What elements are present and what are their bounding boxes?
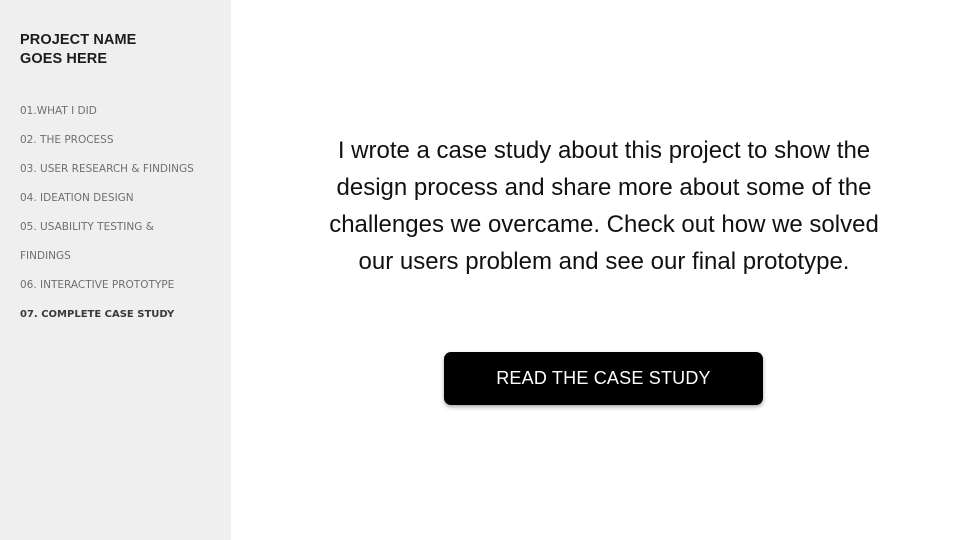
sidebar-item-the-process[interactable]: 02. THE PROCESS <box>20 126 231 155</box>
sidebar-item-what-i-did[interactable]: 01.WHAT I DID <box>20 97 231 126</box>
sidebar-item-usability-testing[interactable]: 05. USABILITY TESTING & <box>20 213 231 242</box>
sidebar: PROJECT NAME GOES HERE 01.WHAT I DID 02.… <box>0 0 231 540</box>
page: PROJECT NAME GOES HERE 01.WHAT I DID 02.… <box>0 0 960 540</box>
main-content: I wrote a case study about this project … <box>231 0 960 540</box>
sidebar-item-ideation-design[interactable]: 04. IDEATION DESIGN <box>20 184 231 213</box>
project-title: PROJECT NAME GOES HERE <box>20 32 137 67</box>
sidebar-item-user-research[interactable]: 03. USER RESEARCH & FINDINGS <box>20 155 231 184</box>
sidebar-item-interactive-prototype[interactable]: 06. INTERACTIVE PROTOTYPE <box>20 271 231 300</box>
read-case-study-button[interactable]: READ THE CASE STUDY <box>444 352 763 405</box>
sidebar-item-complete-case-study[interactable]: 07. COMPLETE CASE STUDY <box>20 300 231 329</box>
sidebar-nav: 01.WHAT I DID 02. THE PROCESS 03. USER R… <box>20 97 231 329</box>
case-study-description: I wrote a case study about this project … <box>329 137 879 275</box>
sidebar-item-usability-testing-cont[interactable]: FINDINGS <box>20 242 231 271</box>
